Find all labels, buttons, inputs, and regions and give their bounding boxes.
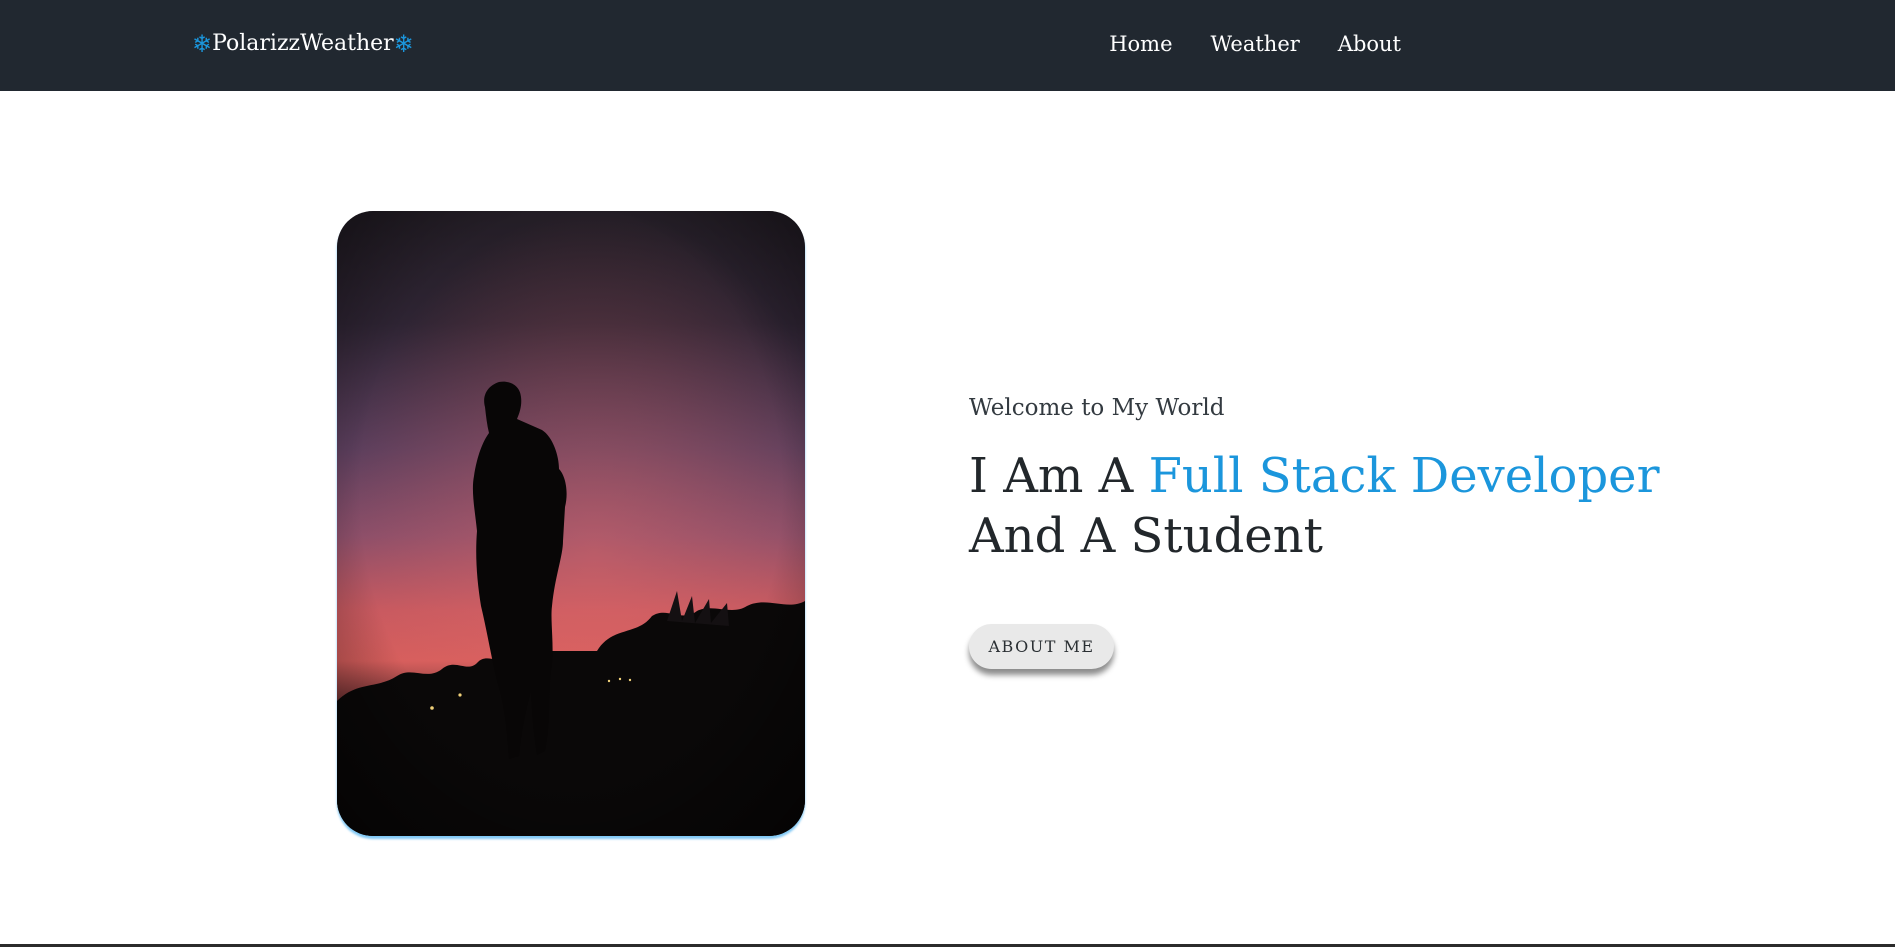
silhouette-image (337, 211, 805, 836)
snowflake-icon: ❄ (393, 30, 414, 58)
about-me-button[interactable]: ABOUT ME (969, 624, 1114, 669)
nav-link-about[interactable]: About (1338, 30, 1401, 58)
navbar: ❄ PolarizzWeather ❄ Home Weather About (0, 0, 1895, 91)
headline-prefix: I Am A (969, 448, 1149, 504)
nav-link-weather[interactable]: Weather (1211, 30, 1300, 58)
nav-link-home[interactable]: Home (1109, 30, 1172, 58)
brand-link[interactable]: ❄ PolarizzWeather ❄ (192, 30, 414, 58)
headline: I Am A Full Stack Developer And A Studen… (969, 446, 1789, 566)
headline-suffix: And A Student (969, 508, 1323, 564)
welcome-text: Welcome to My World (969, 395, 1225, 421)
headline-accent: Full Stack Developer (1148, 448, 1660, 504)
brand-name: PolarizzWeather (212, 31, 394, 56)
profile-photo (337, 211, 805, 836)
snowflake-icon: ❄ (192, 30, 213, 58)
nav-links: Home Weather About (1071, 30, 1401, 58)
hero-text: Welcome to My World I Am A Full Stack De… (969, 392, 1789, 566)
